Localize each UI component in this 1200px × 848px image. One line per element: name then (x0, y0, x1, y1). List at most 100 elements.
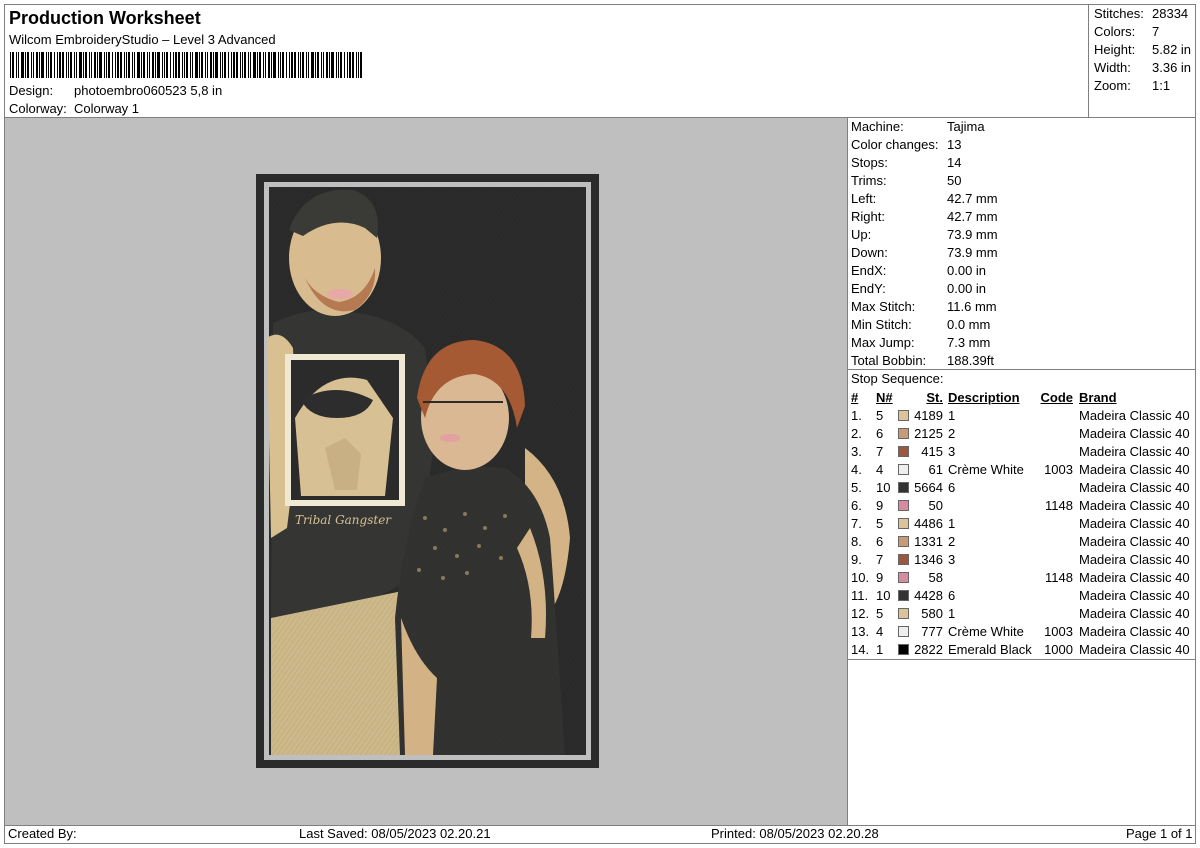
barcode-bar (68, 52, 69, 78)
thread-brand: Madeira Classic 40 (1079, 642, 1190, 657)
barcode-bar (278, 52, 279, 78)
needle-number: 5 (876, 408, 884, 423)
color-swatch (898, 518, 909, 529)
barcode-bar (236, 52, 238, 78)
barcode-bar (85, 52, 87, 78)
thread-code: 1003 (1044, 624, 1073, 639)
barcode-bar (286, 52, 287, 78)
needle-number: 1 (876, 642, 884, 657)
barcode-bar (74, 52, 75, 78)
machine-info-row: Trims: 50 (851, 172, 1191, 190)
barcode-bar (166, 52, 168, 78)
machine-info-row: Total Bobbin: 188.39ft (851, 352, 1191, 370)
machine-info-row: Min Stitch: 0.0 mm (851, 316, 1191, 334)
stitch-count: 2822 (914, 642, 943, 657)
stop-number: 2. (851, 426, 862, 441)
barcode-bar (323, 52, 324, 78)
stop-number: 6. (851, 498, 862, 513)
design-value: photoembro060523 5,8 in (74, 83, 223, 98)
stop-sequence-table: # N# St. Description Code Brand 1. 5 4189 1… (851, 389, 1195, 659)
machine-info-row: Right: 42.7 mm (851, 208, 1191, 226)
design-preview-canvas: Tribal Gangster (5, 118, 847, 825)
thread-description: 3 (948, 552, 956, 567)
color-swatch (898, 536, 909, 547)
stop-number: 12. (851, 606, 870, 621)
barcode-bar (317, 52, 319, 78)
machine-info-value: 0.00 in (947, 281, 987, 296)
machine-info-value: 42.7 mm (947, 209, 998, 224)
stop-sequence-row: 8. 6 1331 2 Madeira Classic 40 (851, 533, 1195, 551)
needle-number: 6 (876, 534, 884, 549)
color-swatch (898, 464, 909, 475)
barcode-bar (228, 52, 229, 78)
barcode-bar (344, 52, 345, 78)
stitch-count: 2125 (914, 426, 943, 441)
machine-info-label: Color changes: (851, 137, 939, 152)
design-row: Design: photoembro060523 5,8 in (9, 83, 222, 98)
barcode-bar (83, 52, 84, 78)
barcode-bar (57, 52, 58, 78)
barcode-bar (112, 52, 113, 78)
barcode-bar (178, 52, 180, 78)
barcode-bar (201, 52, 203, 78)
machine-info-label: Min Stitch: (851, 317, 912, 332)
machine-info-value: 0.00 in (947, 263, 987, 278)
barcode-bar (106, 52, 107, 78)
barcode-bar (244, 52, 246, 78)
barcode-bar (263, 52, 264, 78)
barcode-bar (99, 52, 102, 78)
barcode-bar (27, 52, 29, 78)
barcode-bar (321, 52, 322, 78)
thread-brand: Madeira Classic 40 (1079, 534, 1190, 549)
barcode-bar (298, 52, 299, 78)
color-swatch (898, 446, 909, 457)
barcode-bar (289, 52, 290, 78)
software-subtitle: Wilcom EmbroideryStudio – Level 3 Advanc… (9, 32, 276, 47)
barcode-bar (215, 52, 218, 78)
needle-number: 5 (876, 606, 884, 621)
needle-number: 10 (876, 480, 891, 495)
thread-brand: Madeira Classic 40 (1079, 588, 1190, 603)
barcode-bar (36, 52, 38, 78)
machine-info-label: Trims: (851, 173, 887, 188)
barcode-bar (213, 52, 214, 78)
barcode-bar (352, 52, 354, 78)
barcode-bar (147, 52, 148, 78)
barcode-bar (329, 52, 330, 78)
barcode-bar (41, 52, 44, 78)
barcode-bar (184, 52, 185, 78)
thread-description: Crème White (948, 624, 1024, 639)
thread-brand: Madeira Classic 40 (1079, 606, 1190, 621)
barcode-bar (336, 52, 337, 78)
barcode-bar (195, 52, 198, 78)
thread-brand: Madeira Classic 40 (1079, 570, 1190, 585)
barcode-bar (66, 52, 67, 78)
machine-info-row: Left: 42.7 mm (851, 190, 1191, 208)
thread-description: 1 (948, 606, 956, 621)
thread-brand: Madeira Classic 40 (1079, 426, 1190, 441)
stitch-count: 58 (928, 570, 943, 585)
stitch-count: 50 (928, 498, 943, 513)
stop-sequence-row: 1. 5 4189 1 Madeira Classic 40 (851, 407, 1195, 425)
barcode-bar (173, 52, 174, 78)
embroidery-design-image: Tribal Gangster (256, 174, 599, 768)
stop-sequence-row: 4. 4 61 Crème White 1003 Madeira Classic 40 (851, 461, 1195, 479)
thread-description: Crème White (948, 462, 1024, 477)
color-swatch (898, 608, 909, 619)
barcode-bar (97, 52, 98, 78)
barcode-bar (62, 52, 64, 78)
barcode-bar (331, 52, 334, 78)
barcode-bar (59, 52, 61, 78)
barcode-bar (224, 52, 226, 78)
machine-info-value: Tajima (947, 119, 985, 134)
col-header-stitches: St. (926, 390, 943, 405)
barcode-bar (157, 52, 160, 78)
stat-zoom: Zoom: 1:1 (1094, 78, 1171, 93)
machine-info-value: 50 (947, 173, 962, 188)
thread-brand: Madeira Classic 40 (1079, 516, 1190, 531)
machine-info-label: Left: (851, 191, 877, 206)
barcode-bar (16, 52, 17, 78)
barcode-bar (311, 52, 314, 78)
barcode-bar (233, 52, 235, 78)
barcode-bar (257, 52, 258, 78)
